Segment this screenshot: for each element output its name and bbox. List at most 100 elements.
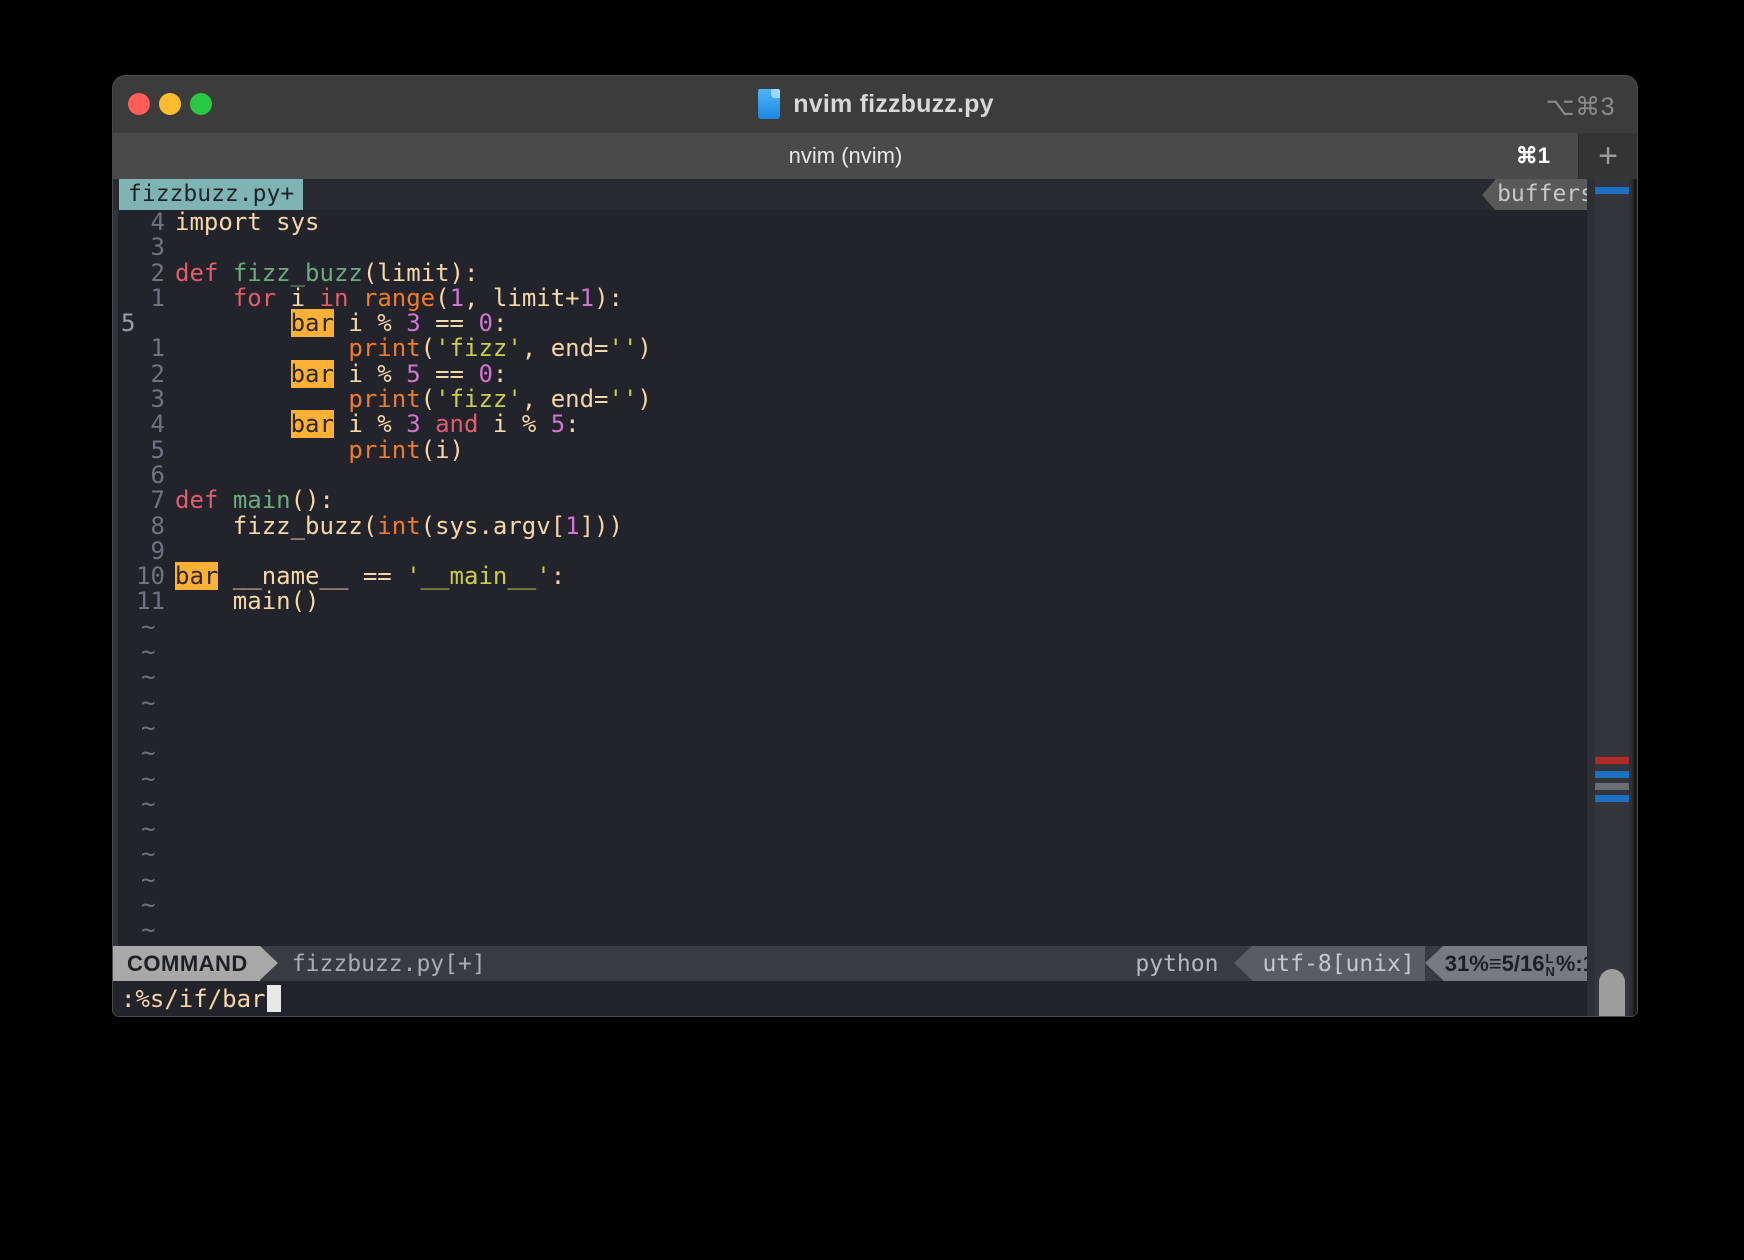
code-line: 8 fizz_buzz(int(sys.argv[1])) <box>113 514 1637 539</box>
terminal-window: nvim fizzbuzz.py ⌥⌘3 nvim (nvim) ⌘1 + fi… <box>113 76 1637 1016</box>
code-line-text: def main(): <box>175 488 334 513</box>
status-pos-separator-icon <box>1425 946 1443 980</box>
tab-nvim[interactable]: nvim (nvim) ⌘1 <box>113 133 1578 179</box>
status-mode: COMMAND <box>113 946 260 981</box>
tilde-icon: ~ <box>141 792 155 817</box>
tilde-icon: ~ <box>141 741 155 766</box>
minimize-window-button[interactable] <box>159 93 181 115</box>
code-line: 3 print('fizz', end='') <box>113 387 1637 412</box>
code-token: '' <box>609 385 638 413</box>
code-line: 11 main() <box>113 589 1637 614</box>
empty-line: ~ <box>113 640 1637 665</box>
line-number: 5 <box>121 311 173 336</box>
code-token: i <box>276 284 319 312</box>
code-token: in <box>320 284 349 312</box>
code-line-text: bar i % 5 == 0: <box>175 362 507 387</box>
search-match-highlight: bar <box>175 562 218 590</box>
close-window-button[interactable] <box>128 93 150 115</box>
code-line: 10bar __name__ == '__main__': <box>113 564 1637 589</box>
code-token: 0 <box>478 309 492 337</box>
empty-line: ~ <box>113 893 1637 918</box>
code-token <box>175 360 291 388</box>
code-line-text: print(i) <box>175 438 464 463</box>
code-lines: 4import sys32def fizz_buzz(limit):1 for … <box>113 210 1637 615</box>
code-token: and <box>435 410 478 438</box>
chevron-left-icon <box>1482 180 1495 210</box>
code-token <box>421 410 435 438</box>
line-number: 11 <box>113 589 165 614</box>
tab-shortcut-hint: ⌘1 <box>1516 143 1550 169</box>
code-line-text: for i in range(1, limit+1): <box>175 286 623 311</box>
maximize-window-button[interactable] <box>190 93 212 115</box>
scrollbar-thumb[interactable] <box>1599 969 1625 1016</box>
empty-line: ~ <box>113 741 1637 766</box>
code-token: 1 <box>565 512 579 540</box>
minimap-mark <box>1595 795 1629 802</box>
empty-line: ~ <box>113 767 1637 792</box>
code-token: 3 <box>406 309 420 337</box>
nvim-command-line[interactable]: :%s/if/bar <box>113 981 1637 1016</box>
code-token: (): <box>291 486 334 514</box>
code-token: (i) <box>421 436 464 464</box>
code-token: __name__ == <box>218 562 406 590</box>
code-token: : <box>493 360 507 388</box>
line-number: 9 <box>113 539 165 564</box>
code-token: ): <box>594 284 623 312</box>
text-cursor <box>267 985 281 1012</box>
line-number: 3 <box>113 235 165 260</box>
code-token: print <box>348 436 420 464</box>
line-number: 5 <box>113 438 165 463</box>
code-token <box>218 259 232 287</box>
lines-glyph-icon: ≡ <box>1489 951 1502 977</box>
status-percent: 31% <box>1445 951 1489 977</box>
new-tab-button[interactable]: + <box>1578 133 1637 179</box>
code-token <box>175 334 348 362</box>
code-line: 3 <box>113 235 1637 260</box>
search-match-highlight: bar <box>291 410 334 438</box>
status-filename: fizzbuzz.py[+] <box>278 946 500 981</box>
tilde-icon: ~ <box>141 615 155 640</box>
code-token <box>175 284 233 312</box>
minimap-mark <box>1595 757 1629 764</box>
code-token: : <box>551 562 565 590</box>
code-token: for <box>233 284 276 312</box>
code-line-text: bar i % 3 and i % 5: <box>175 412 580 437</box>
line-number: 4 <box>113 412 165 437</box>
tilde-icon: ~ <box>141 716 155 741</box>
code-token: , limit+ <box>464 284 580 312</box>
terminal-tabbar: nvim (nvim) ⌘1 + <box>113 133 1637 179</box>
code-token: ( <box>435 284 449 312</box>
code-token: i % <box>478 410 550 438</box>
empty-line: ~ <box>113 665 1637 690</box>
code-token: , end= <box>522 385 609 413</box>
code-token: '' <box>609 334 638 362</box>
code-token: def <box>175 259 218 287</box>
code-token: (limit): <box>363 259 479 287</box>
empty-line: ~ <box>113 716 1637 741</box>
code-line-text: fizz_buzz(int(sys.argv[1])) <box>175 514 623 539</box>
code-line-text: bar i % 3 == 0: <box>175 311 507 336</box>
code-viewport[interactable]: 4import sys32def fizz_buzz(limit):1 for … <box>113 210 1637 946</box>
code-token: sys <box>276 210 319 236</box>
code-token: ( <box>421 334 435 362</box>
code-token: == <box>421 360 479 388</box>
tilde-icon: ~ <box>141 842 155 867</box>
code-token: i % <box>334 309 406 337</box>
line-number: 3 <box>113 387 165 412</box>
code-token: import <box>175 210 262 236</box>
tilde-icon: ~ <box>141 918 155 943</box>
code-token: fizz_buzz <box>233 259 363 287</box>
code-line-text: print('fizz', end='') <box>175 336 652 361</box>
window-title: nvim fizzbuzz.py <box>793 90 993 119</box>
code-token: 'fizz' <box>435 334 522 362</box>
scrollbar-minimap[interactable] <box>1587 179 1637 1016</box>
code-token <box>218 486 232 514</box>
buffer-tab-fizzbuzz[interactable]: fizzbuzz.py+ <box>119 179 303 210</box>
line-number: 1 <box>113 286 165 311</box>
code-token: print <box>348 334 420 362</box>
code-token: : <box>565 410 579 438</box>
code-line-text: def fizz_buzz(limit): <box>175 261 478 286</box>
command-text: :%s/if/bar <box>121 985 266 1013</box>
code-token <box>175 436 348 464</box>
empty-line: ~ <box>113 868 1637 893</box>
